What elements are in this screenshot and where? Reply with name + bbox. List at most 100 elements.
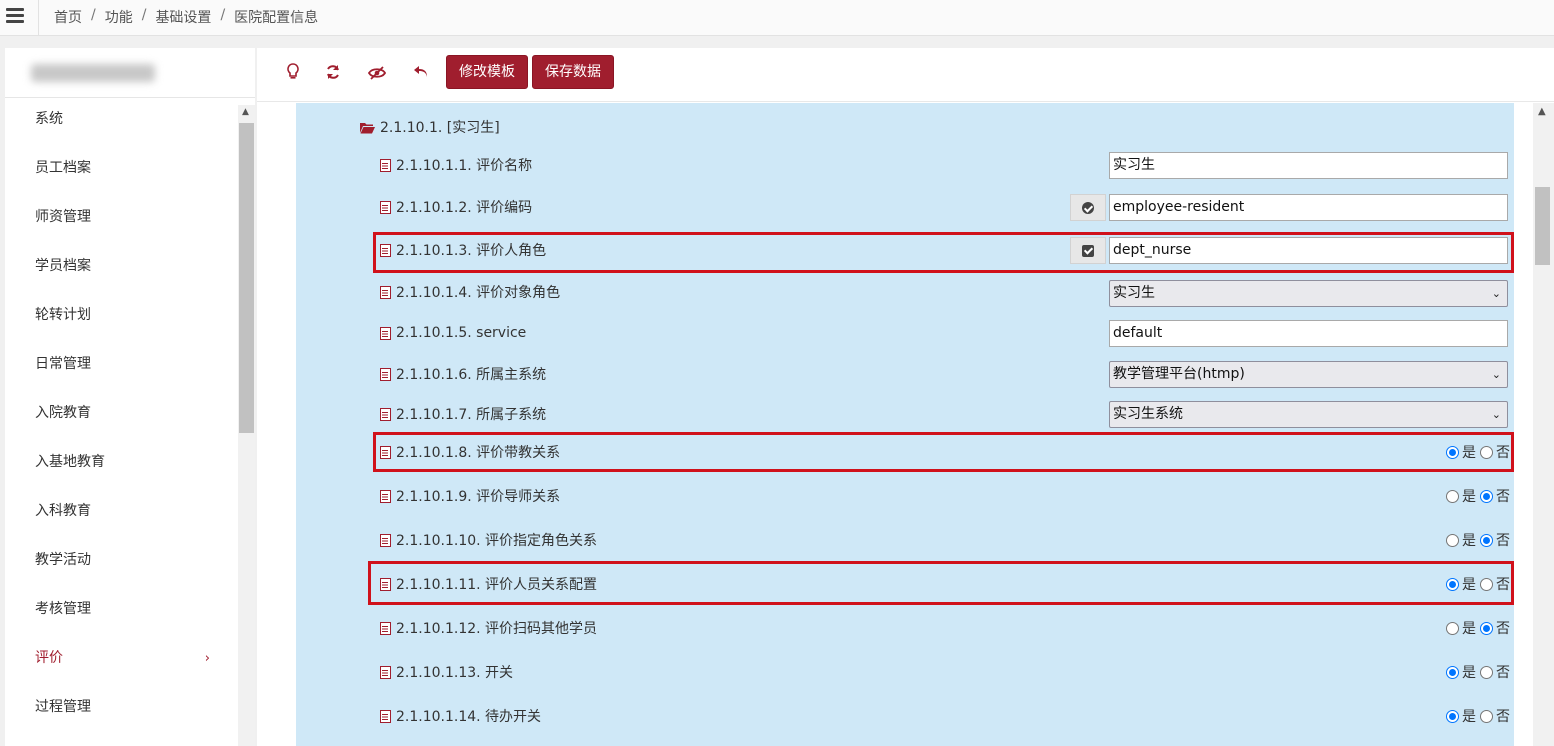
config-row: 2.1.10.1.4. 评价对象角色 [380,281,560,303]
chevron-right-icon: › [204,651,210,666]
sidebar-item-label: 师资管理 [35,209,91,225]
sidebar-item[interactable]: 教学活动 [5,536,238,585]
lightbulb-icon[interactable] [281,63,305,87]
sidebar-item-label: 入科教育 [35,503,91,519]
config-row: 2.1.10.1.1. 评价名称 [380,154,532,176]
config-row-label: 2.1.10.1.7. 所属子系统 [396,407,547,423]
document-icon [380,621,391,635]
undo-icon[interactable] [409,63,433,87]
field-value: 实习生 [1113,285,1155,301]
sidebar-item[interactable]: 评价 › [5,634,238,683]
document-icon [380,489,391,503]
sidebar-item-label: 学员档案 [35,258,91,274]
breadcrumb-basic-settings[interactable]: 基础设置 [155,7,211,27]
ok-circle-icon[interactable] [1070,194,1106,221]
radio-yes[interactable] [1446,533,1459,547]
sidebar-item-label: 系统 [35,111,63,127]
radio-no-label[interactable]: 否 [1496,618,1510,638]
radio-no[interactable] [1480,709,1493,723]
config-input[interactable]: default [1109,320,1508,347]
sidebar-item[interactable]: 过程管理 [5,683,238,732]
radio-yes[interactable] [1446,709,1459,723]
radio-yes[interactable] [1446,489,1459,503]
breadcrumb: 首页 / 功能 / 基础设置 / 医院配置信息 [54,7,318,27]
menu-icon[interactable] [6,8,24,24]
sidebar-item[interactable]: 考核管理 [5,585,238,634]
sidebar: 系统员工档案师资管理学员档案轮转计划 日常管理入院教育入基地教育入科教育教学活动考… [5,48,255,746]
radio-yes-label[interactable]: 是 [1462,662,1476,682]
field-value: employee-resident [1113,199,1245,215]
radio-no-label[interactable]: 否 [1496,486,1510,506]
config-tree: 2.1.10.1. [实习生] 2.1.10.1.1. 评价名称 实习生 2.1.1… [296,103,1514,746]
logo-area [5,48,255,98]
radio-yes-label[interactable]: 是 [1462,618,1476,638]
sidebar-item-label: 入院教育 [35,405,91,421]
config-select[interactable]: 实习生系统 ⌄ [1109,401,1508,428]
document-icon [380,407,391,421]
radio-no[interactable] [1480,533,1493,547]
scrollbar-thumb[interactable] [239,123,254,433]
radio-no[interactable] [1480,621,1493,635]
sidebar-item[interactable]: 轮转计划 [5,291,238,340]
radio-no-label[interactable]: 否 [1496,706,1510,726]
radio-yes-label[interactable]: 是 [1462,486,1476,506]
sidebar-item[interactable]: 师资管理 [5,193,238,242]
document-icon [380,367,391,381]
content-scrollbar[interactable]: ▲ [1533,103,1554,746]
breadcrumb-home[interactable]: 首页 [54,7,82,27]
logo [31,64,155,82]
config-row-label: 2.1.10.1.2. 评价编码 [396,200,533,216]
config-row: 2.1.10.1.13. 开关 [380,661,513,683]
radio-yes[interactable] [1446,665,1459,679]
config-row: 2.1.10.1.6. 所属主系统 [380,363,546,385]
highlight-box [373,432,1514,472]
config-input[interactable]: 实习生 [1109,152,1508,179]
radio-no[interactable] [1480,489,1493,503]
config-row-label: 2.1.10.1.14. 待办开关 [396,709,542,725]
tree-folder-label: 2.1.10.1. [实习生] [380,120,500,136]
eye-slash-icon[interactable] [365,63,389,87]
chevron-down-icon: ⌄ [1491,287,1501,300]
refresh-icon[interactable] [321,63,345,87]
sidebar-item[interactable]: 员工档案 [5,144,238,193]
config-row: 2.1.10.1.10. 评价指定角色关系 [380,529,597,551]
scroll-up-arrow-icon[interactable]: ▲ [242,107,249,117]
yes-no-radio-group: 是否 [1446,617,1510,639]
radio-yes[interactable] [1446,621,1459,635]
sidebar-item[interactable]: 学员档案 [5,242,238,291]
config-input[interactable]: employee-resident [1109,194,1508,221]
config-row-label: 2.1.10.1.4. 评价对象角色 [396,285,561,301]
edit-template-button[interactable]: 修改模板 [446,55,528,89]
radio-no[interactable] [1480,665,1493,679]
tree-folder[interactable]: 2.1.10.1. [实习生] [360,117,500,137]
radio-no-label[interactable]: 否 [1496,530,1510,550]
sidebar-item[interactable]: 系统 [5,99,238,144]
sidebar-item[interactable]: 入院教育 [5,389,238,438]
highlight-box [373,232,1514,273]
field-value: 教学管理平台(htmp) [1113,366,1245,382]
sidebar-item-label: 评价 [35,650,63,666]
radio-yes-label[interactable]: 是 [1462,706,1476,726]
top-bar: 首页 / 功能 / 基础设置 / 医院配置信息 [0,0,1554,36]
sidebar-item[interactable]: 日常管理 [5,340,238,389]
yes-no-radio-group: 是否 [1446,529,1510,551]
radio-no-label[interactable]: 否 [1496,662,1510,682]
config-select[interactable]: 教学管理平台(htmp) ⌄ [1109,361,1508,388]
config-row-label: 2.1.10.1.13. 开关 [396,665,514,681]
toolbar: 修改模板 保存数据 [257,48,1554,102]
scrollbar-thumb[interactable] [1535,187,1550,265]
yes-no-radio-group: 是否 [1446,485,1510,507]
field-value: default [1113,325,1163,341]
radio-yes-label[interactable]: 是 [1462,530,1476,550]
sidebar-item[interactable]: 入科教育 [5,487,238,536]
config-select[interactable]: 实习生 ⌄ [1109,280,1508,307]
config-row: 2.1.10.1.14. 待办开关 [380,705,541,727]
sidebar-item-label: 员工档案 [35,160,91,176]
breadcrumb-function[interactable]: 功能 [105,7,133,27]
config-row: 2.1.10.1.9. 评价导师关系 [380,485,560,507]
scroll-up-arrow-icon[interactable]: ▲ [1538,106,1546,117]
sidebar-scrollbar[interactable]: ▲ [238,105,255,746]
config-row: 2.1.10.1.12. 评价扫码其他学员 [380,617,597,639]
save-data-button[interactable]: 保存数据 [532,55,614,89]
sidebar-item[interactable]: 入基地教育 [5,438,238,487]
